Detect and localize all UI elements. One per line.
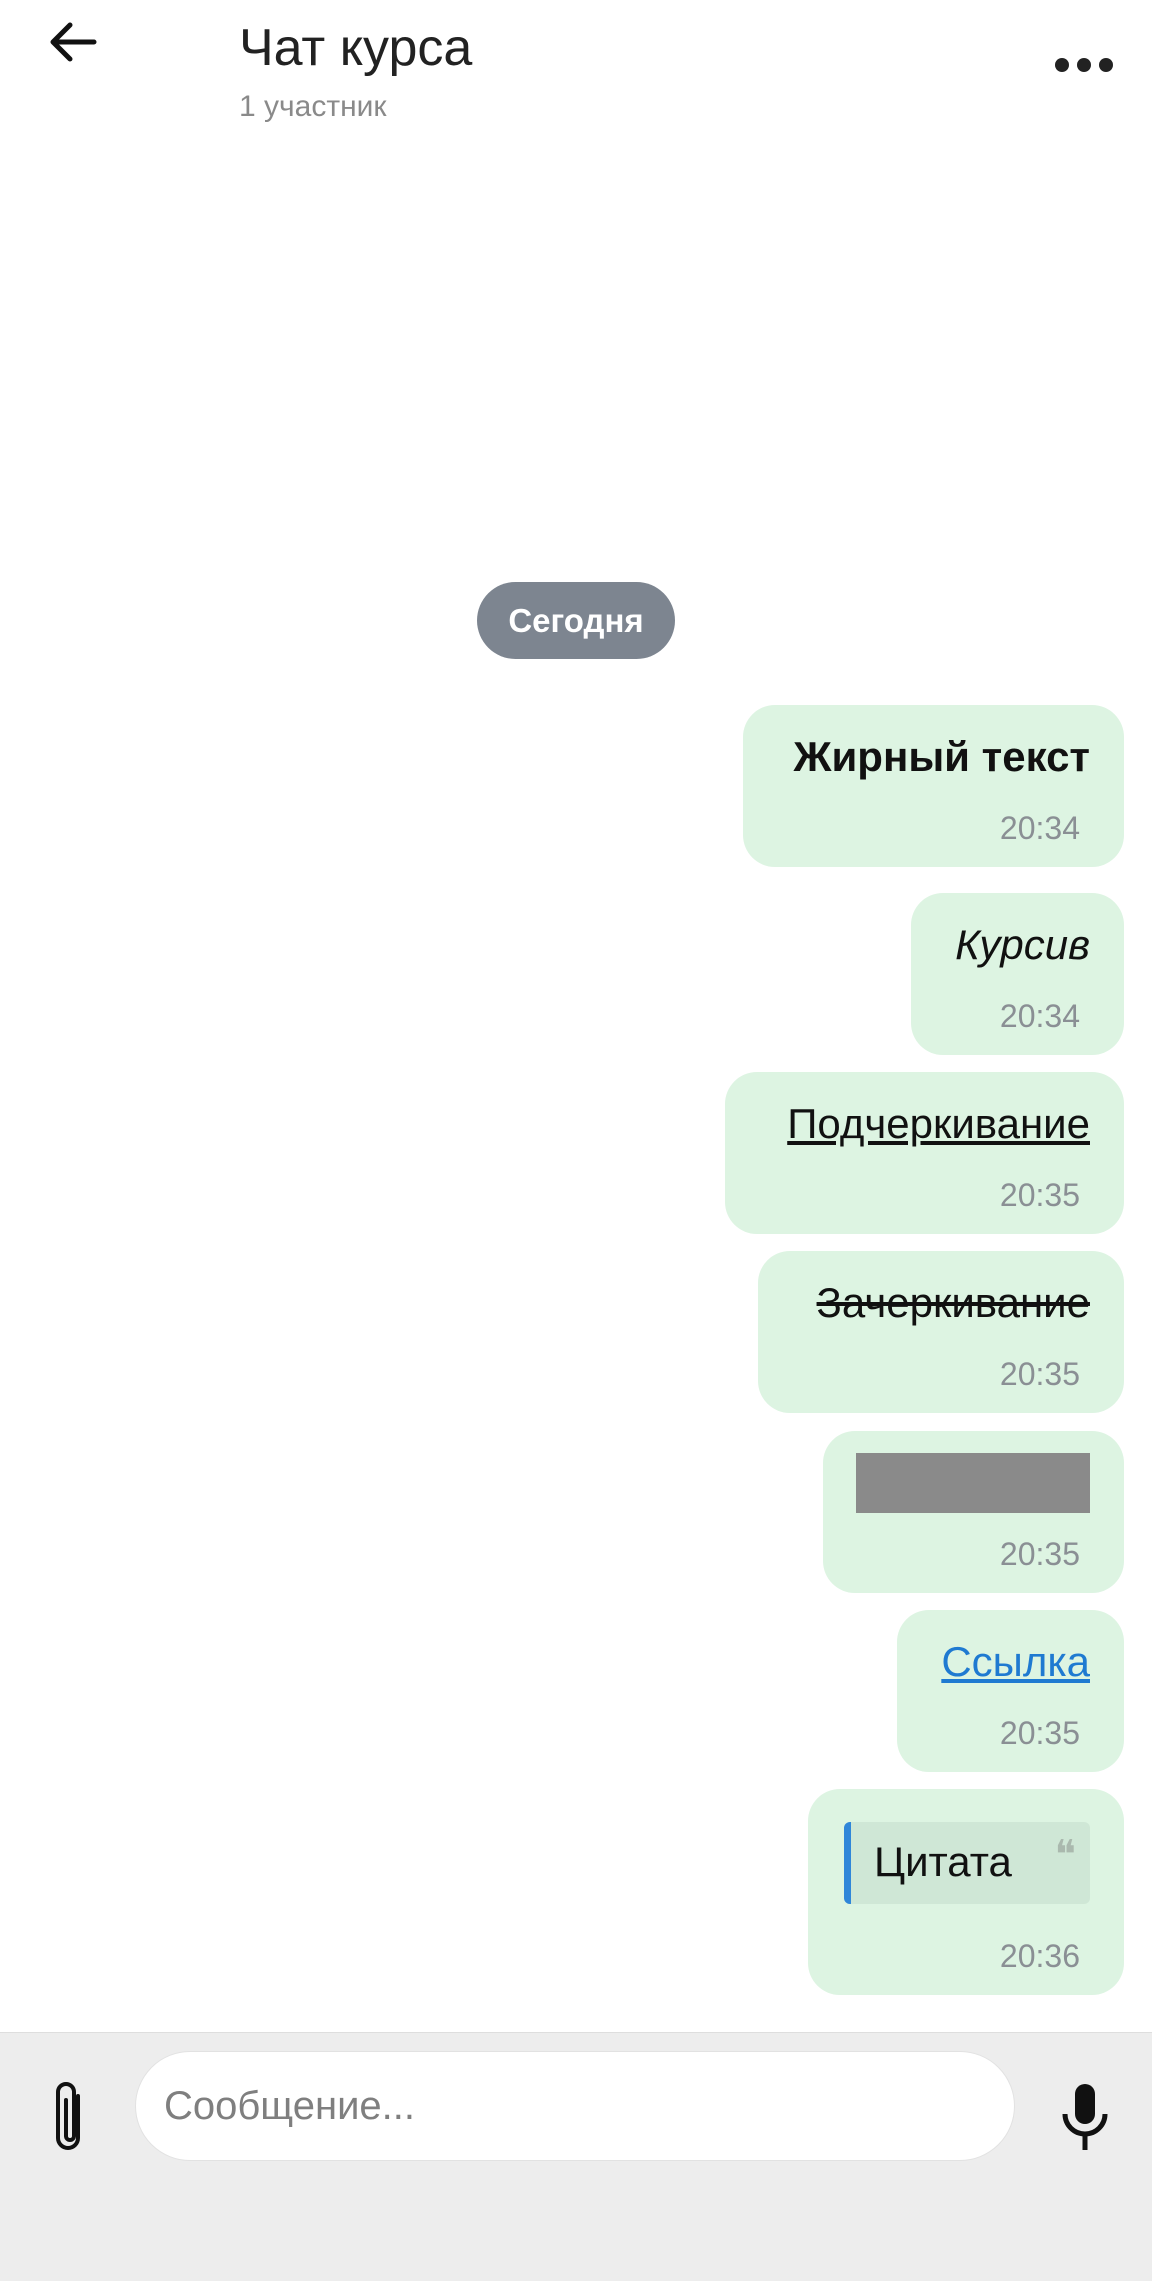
quote-text: Цитата bbox=[874, 1838, 1012, 1885]
more-options-button[interactable] bbox=[1044, 40, 1124, 90]
message-time: 20:35 bbox=[999, 1536, 1080, 1572]
quote-block: Цитата ❝ bbox=[844, 1822, 1090, 1904]
chat-title: Чат курса bbox=[239, 19, 473, 77]
message-bubble[interactable]: Ссылка 20:35 bbox=[897, 1610, 1124, 1772]
microphone-icon bbox=[1062, 2084, 1108, 2150]
message-composer bbox=[0, 2032, 1152, 2281]
back-button[interactable] bbox=[38, 12, 108, 72]
quote-icon: ❝ bbox=[1054, 1832, 1076, 1878]
spoiler-block[interactable] bbox=[856, 1453, 1090, 1513]
message-link[interactable]: Ссылка bbox=[941, 1638, 1090, 1686]
message-time: 20:35 bbox=[999, 1177, 1080, 1213]
message-time: 20:35 bbox=[999, 1715, 1080, 1751]
chat-header: Чат курса 1 участник bbox=[0, 0, 1152, 140]
message-bubble[interactable]: Зачеркивание 20:35 bbox=[758, 1251, 1124, 1413]
date-separator: Сегодня bbox=[477, 582, 675, 659]
message-bubble[interactable]: 20:35 bbox=[823, 1431, 1124, 1593]
participants-count: 1 участник bbox=[239, 90, 387, 123]
message-text: Зачеркивание bbox=[816, 1279, 1090, 1326]
message-time: 20:35 bbox=[999, 1356, 1080, 1392]
message-bubble[interactable]: Цитата ❝ 20:36 bbox=[808, 1789, 1124, 1995]
paperclip-icon bbox=[56, 2082, 80, 2150]
message-bubble[interactable]: Жирный текст 20:34 bbox=[743, 705, 1124, 867]
message-text: Подчеркивание bbox=[787, 1100, 1090, 1147]
more-horizontal-icon bbox=[1055, 58, 1113, 72]
message-text: Жирный текст bbox=[793, 733, 1090, 780]
message-time: 20:34 bbox=[999, 810, 1080, 846]
message-time: 20:34 bbox=[999, 998, 1080, 1034]
arrow-left-icon bbox=[50, 22, 97, 62]
message-bubble[interactable]: Курсив 20:34 bbox=[911, 893, 1124, 1055]
microphone-button[interactable] bbox=[1054, 2073, 1116, 2163]
message-time: 20:36 bbox=[999, 1938, 1080, 1974]
attach-button[interactable] bbox=[40, 2073, 100, 2163]
quote-bar bbox=[844, 1822, 851, 1904]
message-input[interactable] bbox=[135, 2051, 1015, 2161]
message-text: Курсив bbox=[955, 921, 1090, 968]
message-bubble[interactable]: Подчеркивание 20:35 bbox=[725, 1072, 1124, 1234]
